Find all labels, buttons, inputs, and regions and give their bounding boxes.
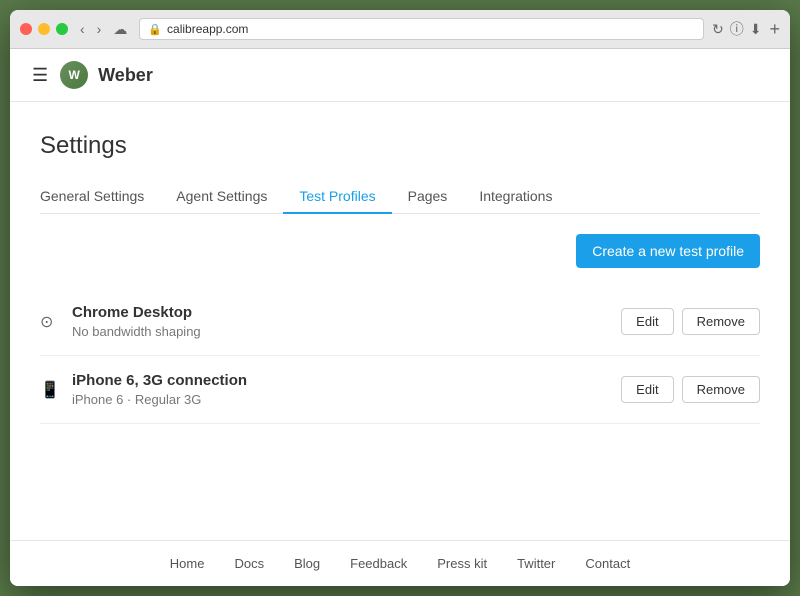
list-item: 📱 iPhone 6, 3G connection iPhone 6 · Reg… (40, 356, 760, 424)
tab-general-settings[interactable]: General Settings (40, 180, 160, 214)
url-text: calibreapp.com (167, 22, 248, 36)
footer-link-blog[interactable]: Blog (294, 556, 320, 571)
tab-integrations[interactable]: Integrations (463, 180, 568, 214)
remove-iphone-button[interactable]: Remove (682, 376, 760, 403)
minimize-button[interactable] (38, 23, 50, 35)
maximize-button[interactable] (56, 23, 68, 35)
forward-button[interactable]: › (93, 19, 106, 40)
footer-link-contact[interactable]: Contact (585, 556, 630, 571)
tab-pages[interactable]: Pages (392, 180, 464, 214)
download-button[interactable]: ⬇ (750, 21, 762, 38)
page-title: Settings (40, 132, 760, 160)
site-name: Weber (98, 65, 153, 86)
edit-iphone-button[interactable]: Edit (621, 376, 673, 403)
profile-actions: Edit Remove (621, 376, 760, 403)
traffic-lights (20, 23, 68, 35)
profile-name: iPhone 6, 3G connection (72, 372, 621, 389)
refresh-button[interactable]: ↻ (712, 21, 724, 38)
app-content: ☰ W Weber Settings General Settings Agen… (10, 49, 790, 586)
lock-icon: 🔒 (148, 23, 162, 36)
avatar: W (60, 61, 88, 89)
phone-icon: 📱 (40, 380, 72, 400)
create-test-profile-button[interactable]: Create a new test profile (576, 234, 760, 268)
footer-link-twitter[interactable]: Twitter (517, 556, 555, 571)
address-bar[interactable]: 🔒 calibreapp.com (139, 18, 704, 40)
back-button[interactable]: ‹ (76, 19, 89, 40)
top-nav: ☰ W Weber (10, 49, 790, 102)
target-icon: ⊙ (40, 312, 72, 332)
profile-detail: iPhone 6 · Regular 3G (72, 392, 621, 407)
hamburger-button[interactable]: ☰ (30, 63, 50, 88)
profile-info: Chrome Desktop No bandwidth shaping (72, 304, 621, 339)
action-bar: Create a new test profile (40, 234, 760, 268)
browser-actions: ↻ ⓘ ⬇ (712, 19, 761, 39)
list-item: ⊙ Chrome Desktop No bandwidth shaping Ed… (40, 288, 760, 356)
footer: Home Docs Blog Feedback Press kit Twitte… (10, 540, 790, 586)
tab-test-profiles[interactable]: Test Profiles (283, 180, 391, 214)
edit-chrome-button[interactable]: Edit (621, 308, 673, 335)
tab-agent-settings[interactable]: Agent Settings (160, 180, 283, 214)
footer-link-home[interactable]: Home (170, 556, 205, 571)
close-button[interactable] (20, 23, 32, 35)
profile-info: iPhone 6, 3G connection iPhone 6 · Regul… (72, 372, 621, 407)
cloud-button[interactable]: ☁ (109, 19, 131, 40)
main-content: Settings General Settings Agent Settings… (10, 102, 790, 540)
browser-window: ‹ › ☁ 🔒 calibreapp.com ↻ ⓘ ⬇ + ☰ W Weber… (10, 10, 790, 586)
info-button[interactable]: ⓘ (730, 19, 744, 39)
browser-chrome: ‹ › ☁ 🔒 calibreapp.com ↻ ⓘ ⬇ + (10, 10, 790, 49)
footer-link-press-kit[interactable]: Press kit (437, 556, 487, 571)
profile-detail: No bandwidth shaping (72, 324, 621, 339)
add-tab-button[interactable]: + (769, 19, 780, 40)
profile-actions: Edit Remove (621, 308, 760, 335)
profile-list: ⊙ Chrome Desktop No bandwidth shaping Ed… (40, 288, 760, 424)
tabs: General Settings Agent Settings Test Pro… (40, 180, 760, 214)
footer-link-docs[interactable]: Docs (234, 556, 264, 571)
nav-buttons: ‹ › ☁ (76, 19, 131, 40)
footer-link-feedback[interactable]: Feedback (350, 556, 407, 571)
remove-chrome-button[interactable]: Remove (682, 308, 760, 335)
profile-name: Chrome Desktop (72, 304, 621, 321)
